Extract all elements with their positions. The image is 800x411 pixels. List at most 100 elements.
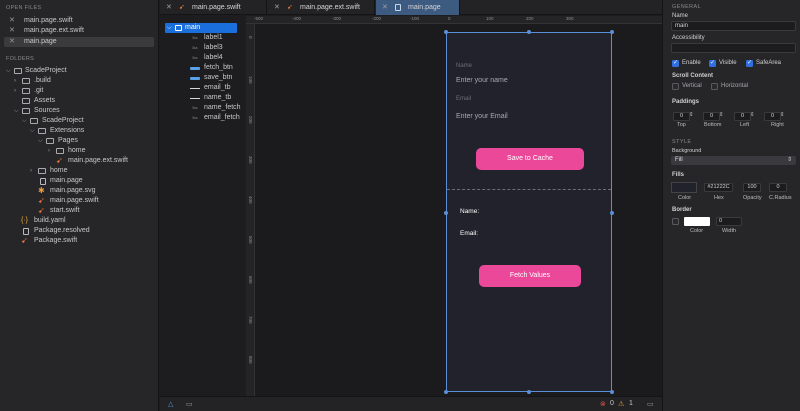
close-icon[interactable]: ✕: [274, 0, 280, 15]
file-main-page-swift[interactable]: ➹ main.page.swift: [0, 196, 159, 206]
save-to-cache-button[interactable]: Save to Cache: [476, 148, 584, 170]
label-icon: 3ss: [192, 56, 198, 60]
fill-radius-field[interactable]: 0: [769, 183, 787, 192]
folder-home-pages[interactable]: › home: [0, 146, 159, 156]
tab-main-page-swift[interactable]: ✕ ➹ main.page.swift: [160, 0, 267, 15]
resize-handle[interactable]: [610, 30, 614, 34]
folder-sources[interactable]: ⌵ Sources: [0, 106, 159, 116]
file-main-page-svg[interactable]: ✱ main.page.svg: [0, 186, 159, 196]
resize-handle[interactable]: [444, 211, 448, 215]
padding-top-field[interactable]: 0: [673, 112, 690, 121]
section-divider: [447, 189, 611, 190]
chevron-down-icon[interactable]: ⌵: [14, 106, 19, 116]
chevron-down-icon[interactable]: ⌵: [22, 116, 27, 126]
style-section-title: STYLE: [672, 139, 692, 145]
resize-handle[interactable]: [527, 30, 531, 34]
stepper-icon[interactable]: ⇕: [750, 112, 755, 118]
open-file-item[interactable]: ✕ main.page.swift: [0, 16, 159, 26]
vertical-checkbox[interactable]: [672, 83, 679, 90]
name-textbox[interactable]: Enter your name: [456, 77, 508, 84]
swift-icon: ➹: [179, 4, 185, 11]
resize-handle[interactable]: [444, 30, 448, 34]
chevron-right-icon[interactable]: ›: [14, 76, 16, 86]
tab-main-page-ext-swift[interactable]: ✕ ➹ main.page.ext.swift: [268, 0, 375, 15]
email-textbox[interactable]: Enter your Email: [456, 113, 508, 120]
document-icon[interactable]: ▭: [186, 400, 193, 408]
fills-label: Fills: [672, 172, 685, 178]
chevron-right-icon[interactable]: ›: [14, 86, 16, 96]
page-preview[interactable]: Name Enter your name Email Enter your Em…: [444, 30, 614, 394]
swift-icon: ➹: [56, 156, 63, 165]
folder-assets[interactable]: Assets: [0, 96, 159, 106]
accessibility-field-label: Accessibility: [672, 35, 705, 41]
chevron-down-icon[interactable]: ⌵: [167, 23, 172, 33]
chevron-down-icon[interactable]: ⌵: [38, 136, 43, 146]
file-package-swift[interactable]: ➹ Package.swift: [0, 236, 159, 246]
page-file-icon: [40, 177, 46, 185]
scroll-content-label: Scroll Content: [672, 73, 714, 79]
warning-triangle-icon[interactable]: △: [168, 400, 173, 408]
panel-toggle-icon[interactable]: ▭: [647, 400, 654, 408]
close-icon[interactable]: ✕: [9, 26, 15, 36]
resize-handle[interactable]: [610, 390, 614, 394]
border-color-swatch[interactable]: [684, 217, 710, 226]
close-icon[interactable]: ✕: [9, 16, 15, 26]
close-icon[interactable]: ✕: [382, 0, 388, 15]
background-select[interactable]: Fill ⇕: [671, 156, 796, 165]
folder-pages[interactable]: ⌵ Pages: [0, 136, 159, 146]
padding-left-field[interactable]: 0: [734, 112, 751, 121]
folder-extensions[interactable]: ⌵ Extensions: [0, 126, 159, 136]
chevron-right-icon[interactable]: ›: [30, 166, 32, 176]
border-checkbox[interactable]: [672, 218, 679, 225]
warning-icon[interactable]: ⚠: [618, 400, 624, 408]
stepper-icon[interactable]: ⇕: [780, 112, 785, 118]
hierarchy-item-main[interactable]: ⌵ main: [165, 23, 237, 33]
open-file-item[interactable]: ✕ main.page.ext.swift: [0, 26, 159, 36]
fill-opacity-field[interactable]: 100: [743, 183, 761, 192]
stepper-icon[interactable]: ⇕: [719, 112, 724, 118]
tab-main-page[interactable]: ✕ main.page: [376, 0, 460, 15]
file-main-page-ext-swift[interactable]: ➹ main.page.ext.swift: [0, 156, 159, 166]
close-icon[interactable]: ✕: [9, 37, 15, 47]
fill-color-swatch[interactable]: [671, 182, 697, 193]
resize-handle[interactable]: [527, 390, 531, 394]
file-package-resolved[interactable]: Package.resolved: [0, 226, 159, 236]
folder-icon: [22, 78, 30, 84]
file-main-page[interactable]: main.page: [0, 176, 159, 186]
fill-hex-field[interactable]: #21222C: [704, 183, 733, 192]
name-fetch-label: Name:: [460, 208, 480, 215]
folder-git[interactable]: › .git: [0, 86, 159, 96]
chevron-down-icon[interactable]: ⌵: [6, 66, 11, 76]
padding-bottom-field[interactable]: 0: [703, 112, 720, 121]
folder-scadeproject-sources[interactable]: ⌵ ScadeProject: [0, 116, 159, 126]
open-file-item-selected[interactable]: ✕ main.page: [4, 37, 154, 47]
horizontal-checkbox[interactable]: [711, 83, 718, 90]
safearea-checkbox[interactable]: ✓: [746, 60, 753, 67]
stepper-icon[interactable]: ⇕: [689, 112, 694, 118]
folder-icon: [30, 118, 38, 124]
visible-checkbox[interactable]: ✓: [709, 60, 716, 67]
border-width-field[interactable]: 0: [716, 217, 742, 226]
enable-checkbox[interactable]: ✓: [672, 60, 679, 67]
folder-home[interactable]: › home: [0, 166, 159, 176]
resize-handle[interactable]: [610, 211, 614, 215]
design-canvas[interactable]: -500 -400 -300 -200 -100 0 100 200 300 0…: [246, 16, 662, 396]
padding-right-field[interactable]: 0: [764, 112, 781, 121]
file-start-swift[interactable]: ➹ start.swift: [0, 206, 159, 216]
chevron-right-icon[interactable]: ›: [48, 146, 50, 156]
yaml-file-icon: {·}: [21, 217, 29, 224]
close-icon[interactable]: ✕: [166, 0, 172, 15]
folder-scadeproject[interactable]: ⌵ ScadeProject: [0, 66, 159, 76]
folder-icon: [22, 98, 30, 104]
fetch-values-button[interactable]: Fetch Values: [479, 265, 581, 287]
resize-handle[interactable]: [444, 390, 448, 394]
error-icon[interactable]: ⊗: [600, 400, 606, 408]
chevron-down-icon[interactable]: ⌵: [30, 126, 35, 136]
svg-file-icon: ✱: [38, 186, 45, 195]
name-field[interactable]: main: [671, 21, 796, 31]
file-build-yaml[interactable]: {·} build.yaml: [0, 216, 159, 226]
accessibility-field[interactable]: [671, 43, 796, 53]
error-count: 0: [610, 400, 614, 407]
swift-icon: ➹: [287, 4, 293, 11]
folder-build[interactable]: › .build: [0, 76, 159, 86]
